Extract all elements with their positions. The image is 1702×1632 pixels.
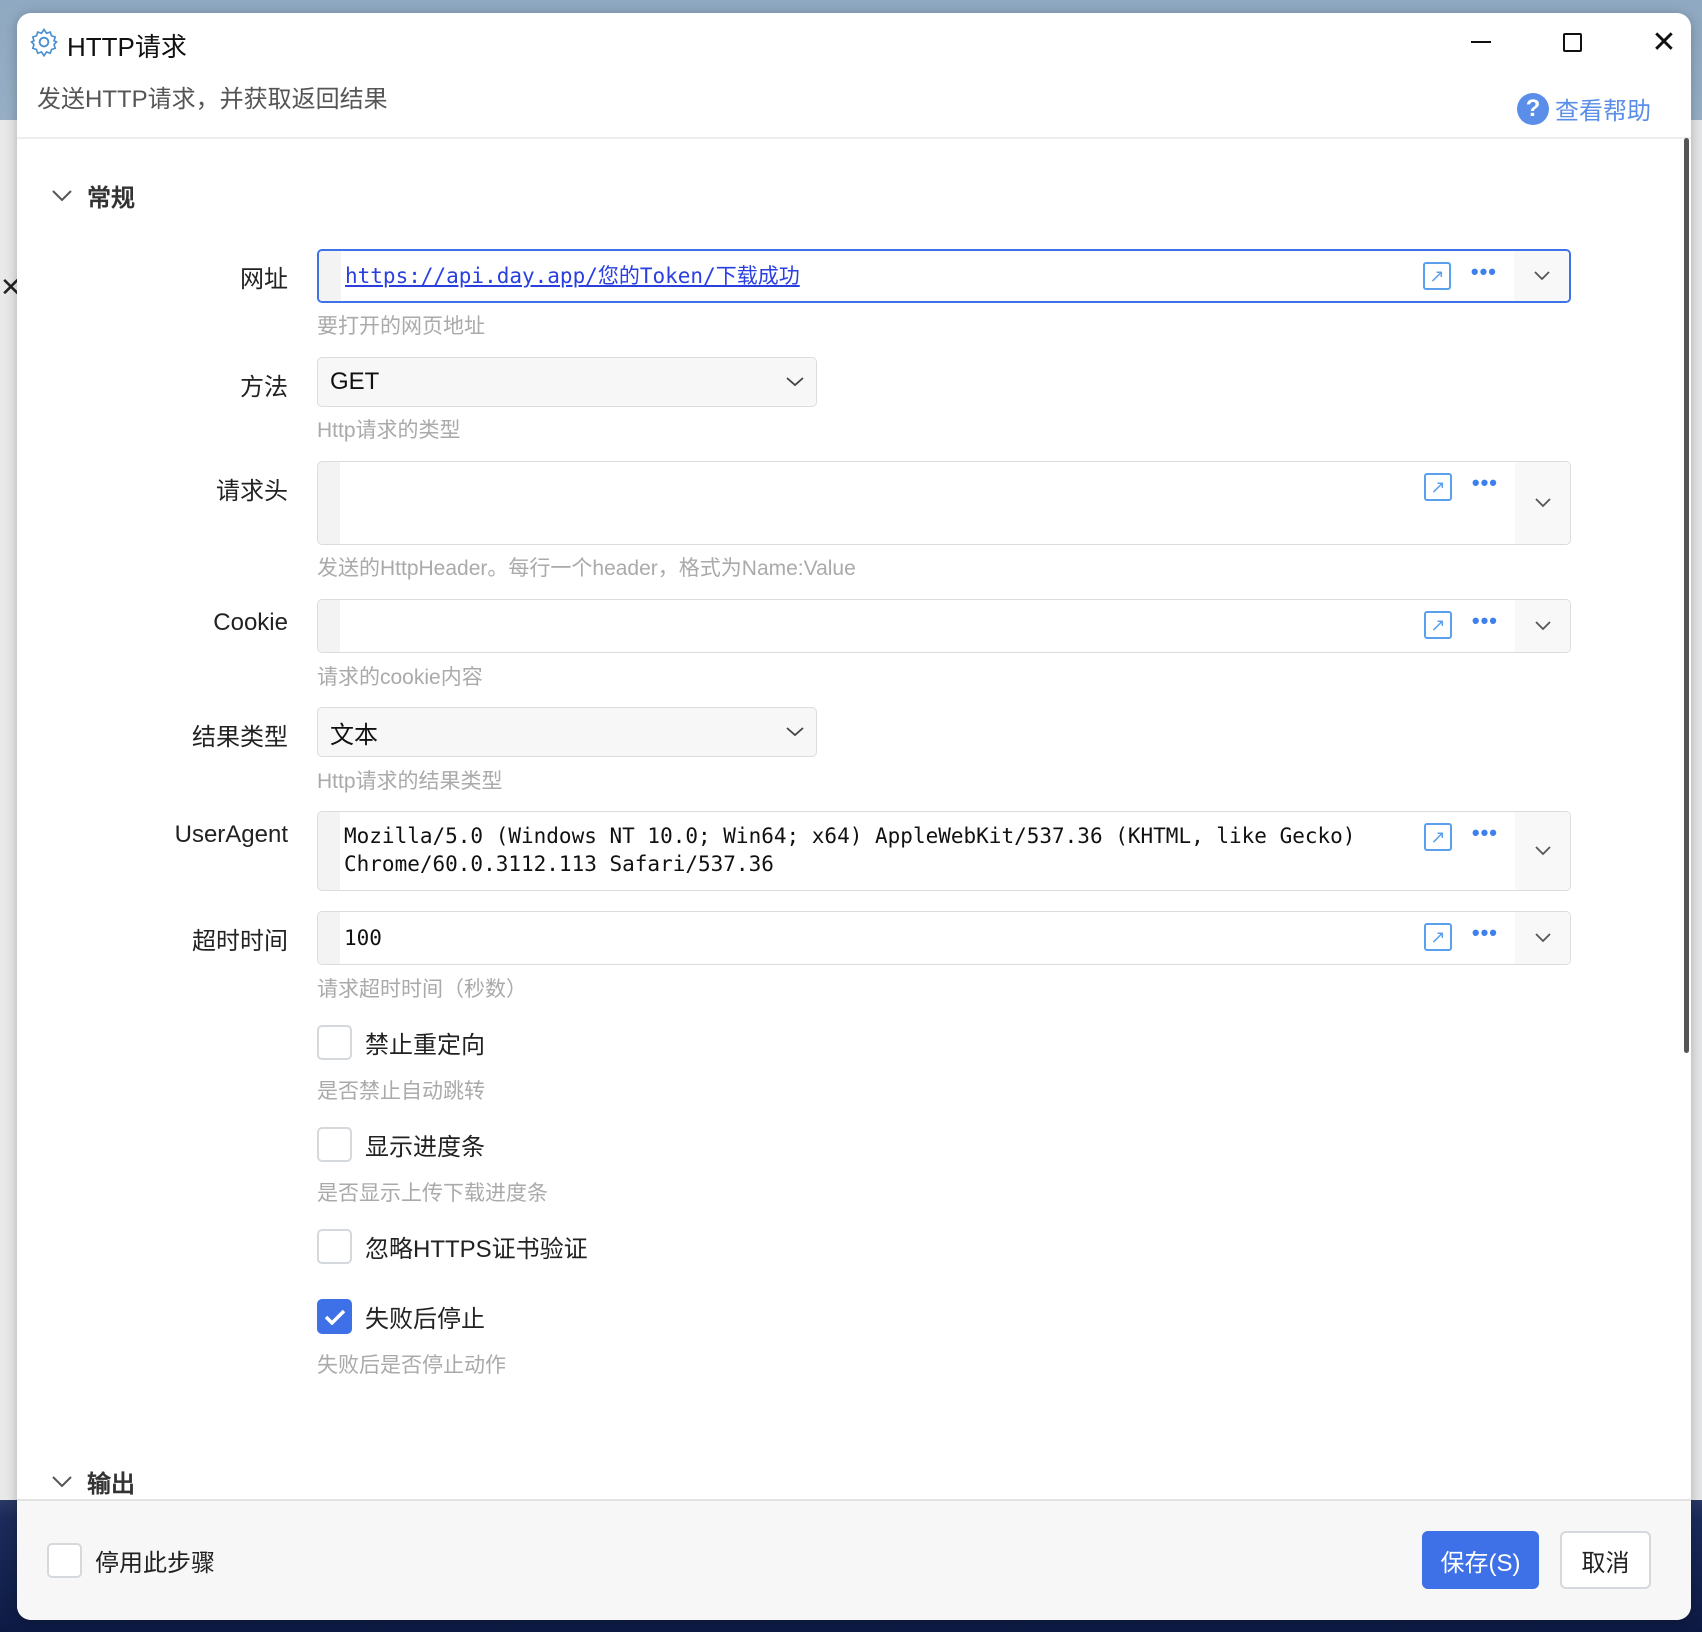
open-editor-icon[interactable]: ↗ [1424, 823, 1452, 851]
checkbox-show-progress[interactable]: 显示进度条 [317, 1127, 485, 1162]
more-icon[interactable]: ••• [1472, 920, 1498, 946]
chevron-down-icon [52, 1475, 72, 1487]
cookie-hint: 请求的cookie内容 [317, 666, 483, 689]
user-agent-line: Chrome/60.0.3112.113 Safari/537.36 [344, 852, 774, 876]
section-title: 常规 [87, 185, 135, 212]
dropdown-button[interactable] [1514, 251, 1569, 301]
chevron-down-icon [1534, 846, 1551, 856]
timeout-label: 超时时间 [192, 928, 288, 955]
checkbox[interactable] [317, 1025, 352, 1060]
help-icon: ? [1517, 92, 1549, 125]
checkbox[interactable] [317, 1229, 352, 1264]
method-select[interactable]: GET [317, 357, 817, 407]
dialog-footer: 停用此步骤 保存(S) 取消 [17, 1499, 1691, 1620]
checkbox-checked[interactable] [317, 1299, 352, 1334]
open-editor-icon[interactable]: ↗ [1424, 611, 1452, 639]
cookie-label: Cookie [213, 609, 288, 636]
result-type-select[interactable]: 文本 [317, 707, 817, 757]
checkbox-label: 禁止重定向 [365, 1032, 485, 1059]
help-label: 查看帮助 [1555, 98, 1651, 125]
save-button[interactable]: 保存(S) [1422, 1531, 1539, 1589]
checkbox-ignore-https[interactable]: 忽略HTTPS证书验证 [317, 1229, 588, 1264]
user-agent-value: Mozilla/5.0 (Windows NT 10.0; Win64; x64… [344, 822, 1355, 878]
show-progress-hint: 是否显示上传下载进度条 [317, 1182, 548, 1205]
section-title: 输出 [87, 1471, 135, 1498]
user-agent-input[interactable]: Mozilla/5.0 (Windows NT 10.0; Win64; x64… [317, 811, 1571, 891]
timeout-input[interactable]: 100 ↗ ••• [317, 911, 1571, 965]
checkbox-label: 显示进度条 [365, 1134, 485, 1161]
stop-on-failure-hint: 失败后是否停止动作 [317, 1354, 506, 1377]
dropdown-button[interactable] [1515, 812, 1570, 890]
chevron-down-icon [52, 189, 72, 201]
more-icon[interactable]: ••• [1472, 470, 1498, 496]
checkbox-label: 停用此步骤 [95, 1550, 215, 1577]
headers-label: 请求头 [216, 478, 288, 505]
dialog-description: 发送HTTP请求，并获取返回结果 [37, 86, 388, 113]
chevron-down-icon [786, 727, 804, 737]
checkbox[interactable] [317, 1127, 352, 1162]
method-label: 方法 [240, 374, 288, 401]
user-agent-line: Mozilla/5.0 (Windows NT 10.0; Win64; x64… [344, 824, 1356, 848]
checkbox-label: 忽略HTTPS证书验证 [365, 1236, 588, 1263]
result-type-value: 文本 [330, 721, 378, 749]
dropdown-button[interactable] [1515, 462, 1570, 544]
chevron-down-icon [1533, 271, 1550, 281]
more-icon[interactable]: ••• [1471, 259, 1497, 285]
method-value: GET [330, 368, 380, 395]
timeout-hint: 请求超时时间（秒数） [317, 978, 527, 1001]
checkbox-stop-on-failure[interactable]: 失败后停止 [317, 1299, 485, 1334]
open-editor-icon[interactable]: ↗ [1424, 473, 1452, 501]
result-type-label: 结果类型 [192, 724, 288, 751]
no-redirect-hint: 是否禁止自动跳转 [317, 1080, 485, 1103]
checkbox-disable-step[interactable]: 停用此步骤 [47, 1543, 215, 1578]
timeout-value: 100 [344, 926, 382, 950]
checkbox-label: 失败后停止 [365, 1306, 485, 1333]
more-icon[interactable]: ••• [1472, 608, 1498, 634]
window-title: HTTP请求 [67, 32, 187, 62]
help-link[interactable]: ? 查看帮助 [1517, 91, 1651, 126]
method-hint: Http请求的类型 [317, 419, 461, 442]
checkbox[interactable] [47, 1543, 82, 1578]
open-editor-icon[interactable]: ↗ [1424, 923, 1452, 951]
url-input[interactable]: https://api.day.app/您的Token/下载成功 ↗ ••• [317, 249, 1571, 303]
maximize-button[interactable] [1552, 27, 1592, 57]
minimize-button[interactable] [1461, 27, 1501, 57]
result-type-hint: Http请求的结果类型 [317, 770, 503, 793]
divider [17, 137, 1691, 139]
close-button[interactable]: ✕ [1644, 26, 1684, 59]
user-agent-label: UserAgent [174, 821, 288, 848]
url-hint: 要打开的网页地址 [317, 315, 485, 338]
chevron-down-icon [1534, 621, 1551, 631]
section-output-toggle[interactable]: 输出 [51, 1464, 135, 1499]
dropdown-button[interactable] [1515, 912, 1570, 964]
section-general-toggle[interactable]: 常规 [51, 178, 135, 213]
url-value: https://api.day.app/您的Token/下载成功 [345, 264, 800, 288]
chevron-down-icon [1534, 498, 1551, 508]
cookie-input[interactable]: ↗ ••• [317, 599, 1571, 653]
checkmark-icon [324, 1309, 345, 1325]
http-request-dialog: HTTP请求 ✕ 发送HTTP请求，并获取返回结果 ? 查看帮助 常规 网址 ht… [17, 13, 1691, 1620]
headers-hint: 发送的HttpHeader。每行一个header，格式为Name:Value [317, 557, 856, 580]
chevron-down-icon [1534, 933, 1551, 943]
url-label: 网址 [240, 266, 288, 293]
headers-input[interactable]: ↗ ••• [317, 461, 1571, 545]
more-icon[interactable]: ••• [1472, 820, 1498, 846]
dropdown-button[interactable] [1515, 600, 1570, 652]
checkbox-no-redirect[interactable]: 禁止重定向 [317, 1025, 485, 1060]
gear-icon [30, 28, 58, 57]
open-editor-icon[interactable]: ↗ [1423, 262, 1451, 290]
scrollbar[interactable] [1684, 138, 1689, 1053]
chevron-down-icon [786, 377, 804, 387]
cancel-button[interactable]: 取消 [1560, 1531, 1651, 1589]
